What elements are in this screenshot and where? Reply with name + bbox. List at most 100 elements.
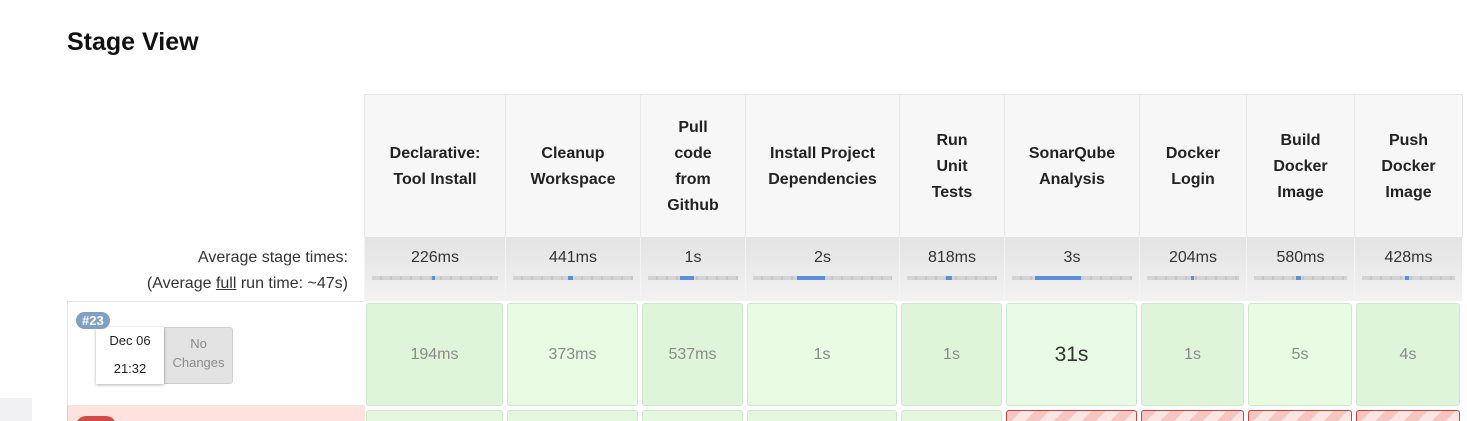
stage-cell[interactable]: 5s [1246,301,1354,408]
changes-indicator[interactable]: No Changes [164,327,233,384]
avg-time: 441ms [548,249,598,266]
avg-bar [648,276,738,280]
avg-time: 204ms [1168,249,1218,266]
avg-bar [1362,276,1455,280]
stage-status-tile[interactable] [642,410,743,421]
avg-cell: 3s [1004,237,1139,301]
build-info-cell: #23 Dec 06 21:32 No Changes [67,301,364,406]
stage-duration[interactable]: 1s [901,303,1002,406]
avg-cell: 204ms [1139,237,1246,301]
build-date-card: Dec 06 21:32 [96,327,164,384]
build-stage-row: 194ms 373ms 537ms 1s 1s 31s 1s 5s 4s [364,301,1462,408]
stage-status-tile[interactable] [366,410,503,421]
stage-status-tile[interactable] [1006,410,1137,421]
stage-duration[interactable]: 1s [747,303,897,406]
stage-header-unit-tests: Run Unit Tests [899,95,1004,238]
full-run-suffix: run time: ~47s) [236,275,348,292]
stage-cell[interactable] [1354,408,1462,421]
stage-header-pull-code: Pull code from Github [640,95,745,238]
stage-cell[interactable] [1004,408,1139,421]
average-stage-times-text: Average stage times: [197,249,348,266]
build-number-badge[interactable]: #23 [76,312,110,329]
avg-bar [1147,276,1239,280]
stage-status-tile[interactable] [1141,410,1244,421]
stage-header-tool-install: Declarative: Tool Install [364,95,505,238]
avg-cell: 818ms [899,237,1004,301]
stage-cell[interactable] [899,408,1004,421]
stage-cell[interactable]: 1s [1139,301,1246,408]
avg-time: 580ms [1276,249,1325,266]
stage-duration[interactable]: 1s [1141,303,1244,406]
avg-bar-fill [797,276,825,280]
avg-bar-fill [680,276,694,280]
stage-cell[interactable]: 194ms [364,301,505,408]
stage-cell[interactable]: 537ms [640,301,745,408]
average-full-run-time: (Average full run time: ~47s) [67,271,348,297]
average-stage-times-label: Average stage times: (Average full run t… [67,245,348,297]
stage-header-sonarqube: SonarQube Analysis [1004,95,1139,238]
stage-status-tile[interactable] [1356,410,1460,421]
stage-header-label: Declarative: Tool Install [389,144,481,188]
stage-duration[interactable]: 194ms [366,303,503,406]
stage-cell[interactable] [364,408,505,421]
stage-cell[interactable] [745,408,899,421]
stage-header-label: Run Unit Tests [931,131,973,201]
avg-bar [513,276,633,280]
stage-status-tile[interactable] [507,410,638,421]
stage-cell[interactable]: 1s [745,301,899,408]
stage-status-tile[interactable] [901,410,1002,421]
avg-cell: 2s [745,237,899,301]
stage-cell[interactable]: 373ms [505,301,640,408]
avg-bar [372,276,498,280]
avg-time: 1s [684,249,702,266]
avg-time: 3s [1063,249,1081,266]
avg-bar-fill [1405,276,1409,280]
avg-cell: 441ms [505,237,640,301]
avg-bar-fill [568,276,573,280]
stage-status-tile[interactable] [1248,410,1352,421]
stage-duration[interactable]: 373ms [507,303,638,406]
avg-bar-fill [432,276,435,280]
avg-time: 226ms [410,249,460,266]
stage-header-label: Pull code from Github [667,118,719,214]
stage-header-push-image: Push Docker Image [1354,95,1462,238]
stage-header-label: Push Docker Image [1381,131,1436,201]
stage-cell[interactable]: 31s [1004,301,1139,408]
avg-bar-fill [1035,276,1081,280]
stage-cell[interactable] [640,408,745,421]
avg-cell: 428ms [1354,237,1462,301]
failed-build-badge[interactable] [76,416,116,421]
avg-cell: 226ms [364,237,505,301]
avg-bar [907,276,997,280]
avg-bar-fill [946,276,952,280]
stage-duration[interactable]: 4s [1356,303,1460,406]
stage-cell[interactable]: 1s [899,301,1004,408]
stage-header-label: Build Docker Image [1273,131,1328,201]
stage-cell[interactable] [505,408,640,421]
stage-header-label: Docker Login [1165,144,1221,188]
avg-bar [1254,276,1347,280]
stage-cell[interactable] [1139,408,1246,421]
stage-duration[interactable]: 5s [1248,303,1352,406]
stage-duration[interactable]: 31s [1006,303,1137,406]
stage-status-tile[interactable] [747,410,897,421]
stage-cell[interactable]: 4s [1354,301,1462,408]
build-date: Dec 06 [109,333,151,348]
stage-duration[interactable]: 537ms [642,303,743,406]
avg-bar-fill [1191,276,1194,280]
stage-header-label: Cleanup Workspace [530,144,616,188]
failed-build-stage-row [364,408,1462,421]
avg-cell: 1s [640,237,745,301]
avg-time: 2s [814,249,831,266]
stage-header-label: SonarQube Analysis [1028,144,1116,188]
stage-header-cleanup-workspace: Cleanup Workspace [505,95,640,238]
avg-time: 818ms [927,249,977,266]
side-panel-edge [0,398,32,421]
full-run-link[interactable]: full [216,275,236,292]
build-time: 21:32 [113,361,147,376]
avg-cell: 580ms [1246,237,1354,301]
avg-time: 428ms [1384,249,1433,266]
average-times-row: 226ms 441ms 1s 2s 818ms 3s 204ms 580ms 4… [364,237,1462,301]
stage-cell[interactable] [1246,408,1354,421]
stage-header-docker-login: Docker Login [1139,95,1246,238]
